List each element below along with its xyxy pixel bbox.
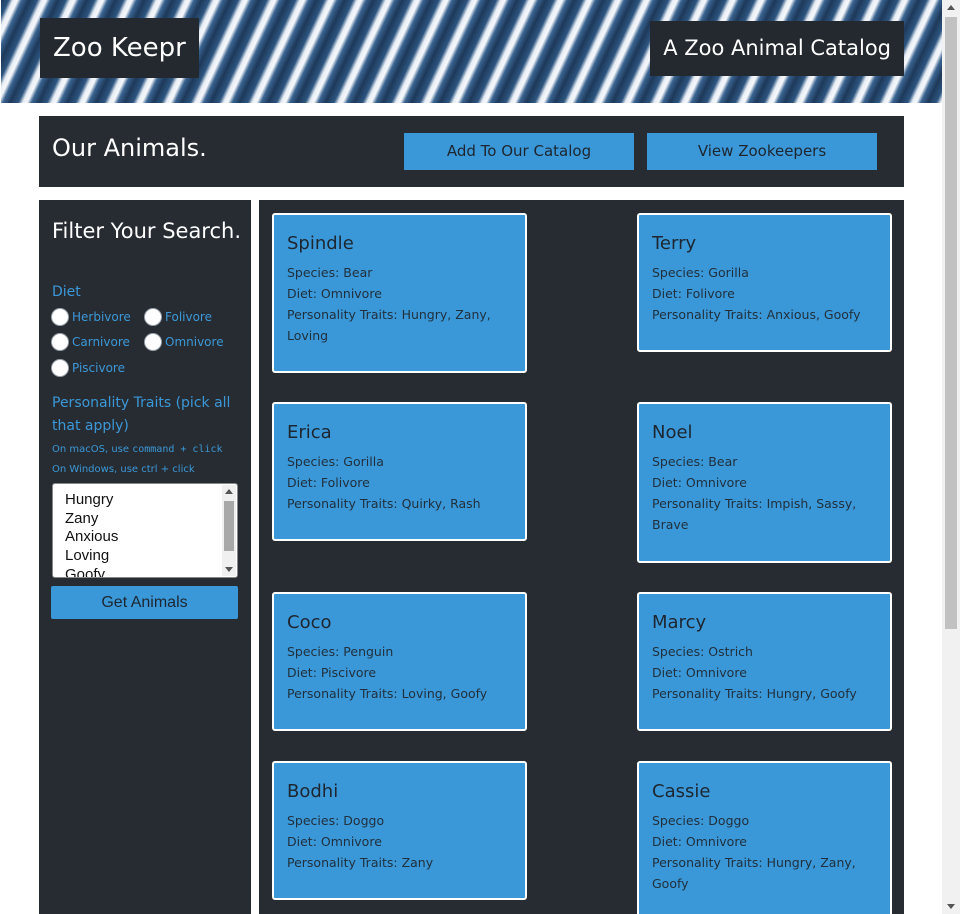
scroll-up-icon[interactable] bbox=[947, 5, 955, 10]
trait-option[interactable]: Zany bbox=[65, 510, 237, 529]
mac-hint-text: On macOS, use bbox=[52, 444, 133, 455]
diet-radio-carnivore[interactable]: Carnivore bbox=[51, 333, 130, 351]
animal-traits: Personality Traits: Quirky, Rash bbox=[287, 496, 481, 511]
animal-name: Coco bbox=[287, 612, 332, 633]
radio-circle[interactable] bbox=[51, 308, 69, 326]
radio-circle[interactable] bbox=[51, 359, 69, 377]
traits-multiselect[interactable]: Hungry Zany Anxious Loving Goofy bbox=[52, 483, 238, 578]
scroll-down-icon[interactable] bbox=[225, 567, 233, 572]
trait-option[interactable]: Goofy bbox=[65, 566, 237, 577]
page-title: Our Animals. bbox=[52, 134, 207, 162]
animal-diet: Diet: Folivore bbox=[652, 286, 735, 301]
diet-radio-omnivore[interactable]: Omnivore bbox=[144, 333, 224, 351]
view-zookeepers-button[interactable]: View Zookeepers bbox=[647, 133, 877, 170]
windows-hint: On Windows, use ctrl + click bbox=[52, 464, 195, 475]
radio-label: Piscivore bbox=[72, 361, 125, 375]
animal-card: Bodhi Species: Doggo Diet: Omnivore Pers… bbox=[272, 761, 527, 900]
animal-traits: Personality Traits: Loving, Goofy bbox=[287, 686, 488, 701]
filter-sidebar: Filter Your Search. Diet Herbivore Foliv… bbox=[39, 200, 251, 914]
animal-name: Noel bbox=[652, 422, 693, 443]
animal-name: Cassie bbox=[652, 781, 711, 802]
get-animals-button[interactable]: Get Animals bbox=[51, 586, 238, 619]
radio-circle[interactable] bbox=[144, 333, 162, 351]
site-subtitle: A Zoo Animal Catalog bbox=[650, 21, 904, 76]
animal-name: Bodhi bbox=[287, 781, 339, 802]
animal-diet: Diet: Folivore bbox=[287, 475, 370, 490]
animal-name: Erica bbox=[287, 422, 332, 443]
trait-option[interactable]: Loving bbox=[65, 547, 237, 566]
radio-label: Carnivore bbox=[72, 335, 130, 349]
animal-species: Species: Doggo bbox=[287, 813, 385, 828]
animal-card: Noel Species: Bear Diet: Omnivore Person… bbox=[637, 402, 892, 563]
animal-diet: Diet: Omnivore bbox=[287, 286, 382, 301]
animal-species: Species: Bear bbox=[652, 454, 738, 469]
traits-label: Personality Traits (pick all that apply) bbox=[52, 395, 231, 434]
animal-diet: Diet: Piscivore bbox=[287, 665, 377, 680]
header-banner: Zoo Keepr A Zoo Animal Catalog bbox=[1, 0, 942, 103]
page-scrollbar[interactable] bbox=[942, 0, 960, 914]
diet-radio-herbivore[interactable]: Herbivore bbox=[51, 308, 131, 326]
radio-label: Herbivore bbox=[72, 310, 131, 324]
animal-grid: Spindle Species: Bear Diet: Omnivore Per… bbox=[259, 200, 904, 914]
scroll-down-icon[interactable] bbox=[947, 904, 955, 909]
animal-traits: Personality Traits: Hungry, Goofy bbox=[652, 686, 857, 701]
animal-name: Marcy bbox=[652, 612, 707, 633]
animal-traits: Personality Traits: Anxious, Goofy bbox=[652, 307, 861, 322]
animal-card: Marcy Species: Ostrich Diet: Omnivore Pe… bbox=[637, 592, 892, 731]
animal-species: Species: Penguin bbox=[287, 644, 394, 659]
animal-species: Species: Gorilla bbox=[652, 265, 749, 280]
animal-species: Species: Gorilla bbox=[287, 454, 384, 469]
animal-traits: Personality Traits: Zany bbox=[287, 855, 434, 870]
animal-card: Spindle Species: Bear Diet: Omnivore Per… bbox=[272, 213, 527, 373]
mac-hint: On macOS, use command + click bbox=[52, 444, 223, 455]
trait-option[interactable]: Hungry bbox=[65, 491, 237, 510]
animal-traits: Personality Traits: Hungry, Zany, Goofy bbox=[652, 855, 856, 891]
animal-card: Cassie Species: Doggo Diet: Omnivore Per… bbox=[637, 761, 892, 914]
scroll-thumb[interactable] bbox=[945, 17, 957, 629]
site-title: Zoo Keepr bbox=[40, 18, 199, 78]
animal-name: Spindle bbox=[287, 233, 354, 254]
animal-diet: Diet: Omnivore bbox=[287, 834, 382, 849]
filter-heading: Filter Your Search. bbox=[52, 219, 242, 243]
mac-hint-code: command + click bbox=[132, 444, 223, 455]
animal-card: Erica Species: Gorilla Diet: Folivore Pe… bbox=[272, 402, 527, 541]
add-to-catalog-button[interactable]: Add To Our Catalog bbox=[404, 133, 634, 170]
diet-label: Diet bbox=[52, 284, 81, 300]
animal-card: Coco Species: Penguin Diet: Piscivore Pe… bbox=[272, 592, 527, 731]
diet-radio-folivore[interactable]: Folivore bbox=[144, 308, 212, 326]
animal-traits: Personality Traits: Hungry, Zany, Loving bbox=[287, 307, 491, 343]
animal-card: Terry Species: Gorilla Diet: Folivore Pe… bbox=[637, 213, 892, 352]
animal-species: Species: Bear bbox=[287, 265, 373, 280]
radio-circle[interactable] bbox=[51, 333, 69, 351]
animal-traits: Personality Traits: Impish, Sassy, Brave bbox=[652, 496, 857, 532]
animal-species: Species: Doggo bbox=[652, 813, 750, 828]
scroll-thumb[interactable] bbox=[224, 501, 234, 551]
animals-header-panel: Our Animals. Add To Our Catalog View Zoo… bbox=[39, 116, 904, 187]
animal-name: Terry bbox=[652, 233, 697, 254]
animal-diet: Diet: Omnivore bbox=[652, 665, 747, 680]
animal-diet: Diet: Omnivore bbox=[652, 475, 747, 490]
animal-diet: Diet: Omnivore bbox=[652, 834, 747, 849]
animal-species: Species: Ostrich bbox=[652, 644, 753, 659]
select-scrollbar[interactable] bbox=[222, 485, 236, 576]
radio-circle[interactable] bbox=[144, 308, 162, 326]
radio-label: Folivore bbox=[165, 310, 212, 324]
trait-option[interactable]: Anxious bbox=[65, 528, 237, 547]
radio-label: Omnivore bbox=[165, 335, 224, 349]
scroll-up-icon[interactable] bbox=[225, 489, 233, 494]
diet-radio-piscivore[interactable]: Piscivore bbox=[51, 359, 125, 377]
